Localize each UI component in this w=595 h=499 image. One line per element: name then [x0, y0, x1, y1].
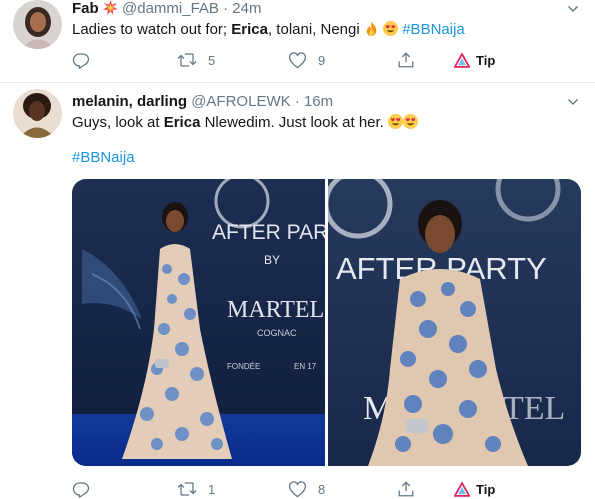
share-button[interactable] [397, 50, 415, 70]
display-name[interactable]: Fab [72, 0, 99, 17]
like-count: 9 [318, 52, 326, 68]
tip-icon [454, 481, 470, 497]
like-button[interactable]: 8 [288, 479, 325, 499]
media-text-fondee: FONDÉE [227, 362, 260, 371]
media-text-martell: MARTELL [227, 297, 325, 323]
like-button[interactable]: 9 [288, 50, 325, 70]
media-text-en17: EN 17 [294, 362, 317, 371]
handle[interactable]: @dammi_FAB [122, 0, 219, 17]
tip-button[interactable]: Tip [454, 50, 495, 70]
separator: · [223, 0, 229, 17]
handle[interactable]: @AFROLEWK [191, 93, 290, 110]
media-text-by: BY [264, 253, 280, 267]
media-photo-left[interactable]: AFTER PAR BY MARTELL COGNAC FONDÉE EN 17 [72, 179, 325, 466]
media-text-cognac: COGNAC [257, 328, 297, 338]
tweet[interactable]: Fab @dammi_FAB · 24m Ladies to watch out… [0, 0, 595, 83]
tweet[interactable]: melanin, darling @AFROLEWK · 16m Guys, l… [0, 84, 595, 499]
retweet-count: 1 [208, 481, 216, 497]
tweet-text-post: , tolani, Nengi [267, 21, 360, 38]
chevron-down-icon[interactable] [567, 96, 579, 108]
heart-eyes-emoji-icon [383, 21, 399, 36]
share-icon [398, 52, 414, 68]
tweet-hashtag-line: #BBNaija [72, 148, 135, 168]
reply-icon [72, 53, 90, 69]
tweet-actions: 5 9 Tip [72, 50, 532, 70]
tweet-actions: 1 8 Tip [72, 479, 532, 499]
hashtag-link[interactable]: #BBNaija [402, 21, 465, 38]
tweet-text: Guys, look at Erica Nlewedim. Just look … [72, 113, 419, 133]
tip-label: Tip [476, 52, 496, 68]
avatar[interactable] [13, 89, 62, 138]
chevron-down-icon[interactable] [567, 3, 579, 15]
heart-eyes-emoji-icon [388, 114, 404, 129]
media-photo-right[interactable]: AFTER PARTY MA TEL [328, 179, 581, 466]
tweet-text-post: Nlewedim. Just look at her. [204, 114, 384, 131]
timestamp[interactable]: 24m [232, 0, 261, 17]
tweet-text-pre: Ladies to watch out for; [72, 21, 228, 38]
retweet-count: 5 [208, 52, 216, 68]
tweet-header: melanin, darling @AFROLEWK · 16m [72, 93, 333, 111]
hashtag-link[interactable]: #BBNaija [72, 149, 135, 166]
separator: · [294, 93, 300, 110]
retweet-icon [177, 482, 197, 496]
reply-button[interactable] [72, 479, 90, 499]
retweet-icon [177, 53, 197, 67]
fire-emoji-icon [366, 21, 377, 36]
avatar[interactable] [13, 0, 62, 49]
media-text-tel: TEL [503, 390, 565, 427]
heart-eyes-emoji-icon [403, 114, 419, 129]
share-icon [398, 481, 414, 497]
reply-icon [72, 482, 90, 498]
timestamp[interactable]: 16m [304, 93, 333, 110]
tweet-text-pre: Guys, look at [72, 114, 160, 131]
tweet-text-bold: Erica [163, 114, 201, 131]
media-grid[interactable]: AFTER PAR BY MARTELL COGNAC FONDÉE EN 17 [72, 179, 581, 466]
heart-icon [288, 52, 307, 69]
tip-button[interactable]: Tip [454, 479, 495, 499]
retweet-button[interactable]: 1 [177, 479, 215, 499]
like-count: 8 [318, 481, 326, 497]
media-text-after-party-left: AFTER PAR [212, 221, 325, 244]
tweet-text: Ladies to watch out for; Erica, tolani, … [72, 20, 465, 40]
share-button[interactable] [397, 479, 415, 499]
tip-icon [454, 52, 470, 68]
tweet-header: Fab @dammi_FAB · 24m [72, 0, 261, 18]
tweet-text-bold: Erica [231, 21, 268, 38]
retweet-button[interactable]: 5 [177, 50, 215, 70]
heart-icon [288, 481, 307, 498]
display-name[interactable]: melanin, darling [72, 93, 187, 110]
reply-button[interactable] [72, 50, 101, 70]
tip-label: Tip [476, 481, 496, 497]
collision-emoji-icon [102, 0, 118, 15]
